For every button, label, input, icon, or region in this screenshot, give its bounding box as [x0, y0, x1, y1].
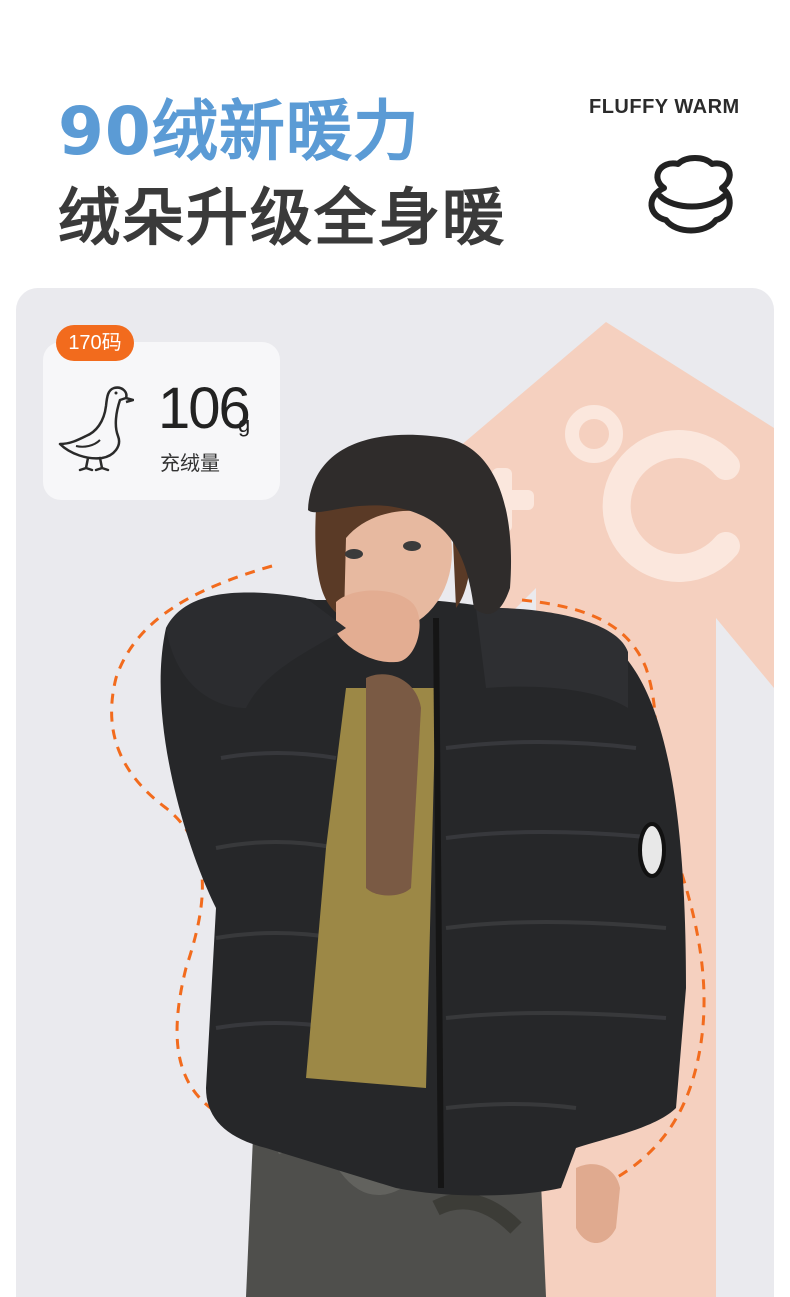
- english-tagline: FLUFFY WARM: [589, 96, 740, 118]
- goose-icon: [58, 386, 134, 472]
- fill-weight-value: 106: [158, 376, 251, 441]
- headline-secondary: 绒朵升级全身暖: [58, 181, 507, 254]
- fill-weight-unit: g: [238, 412, 251, 437]
- cloud-icon: [648, 155, 733, 234]
- headline-primary: 90绒新暖力: [58, 93, 420, 170]
- size-badge: 170码: [56, 325, 134, 361]
- fill-weight-label: 充绒量: [160, 451, 220, 475]
